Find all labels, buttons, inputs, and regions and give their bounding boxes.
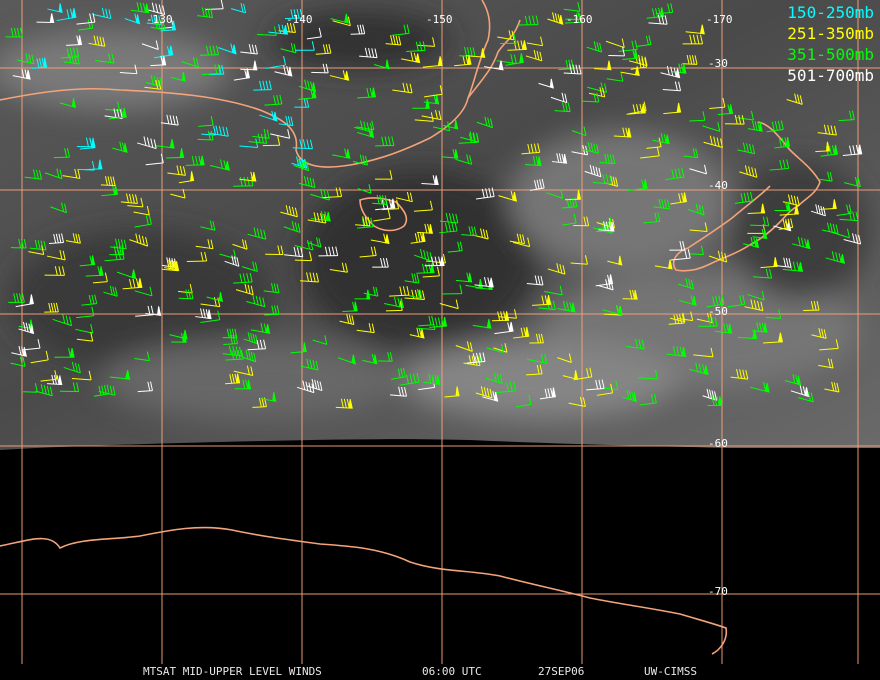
lon-label-150: -150 bbox=[426, 13, 453, 26]
legend-entry-251-350: 251-350mb bbox=[787, 24, 874, 43]
legend-entry-501-700: 501-700mb bbox=[787, 66, 874, 85]
caption-time: 06:00 UTC bbox=[422, 665, 482, 678]
legend-entry-150-250: 150-250mb bbox=[787, 3, 874, 22]
caption-product: MTSAT MID-UPPER LEVEL WINDS bbox=[143, 665, 322, 678]
lon-label-140: -140 bbox=[286, 13, 313, 26]
lon-label-130: -130 bbox=[146, 13, 173, 26]
pressure-legend: 150-250mb 251-350mb 351-500mb 501-700mb bbox=[787, 2, 874, 86]
map-canvas bbox=[0, 0, 880, 664]
legend-entry-351-500: 351-500mb bbox=[787, 45, 874, 64]
caption-date: 27SEP06 bbox=[538, 665, 585, 678]
satellite-wind-map: -130 -140 -150 -160 -170 -30 -40 -50 -60… bbox=[0, 0, 880, 680]
image-caption: MTSAT MID-UPPER LEVEL WINDS 06:00 UTC 27… bbox=[0, 664, 880, 680]
lat-label-50: -50 bbox=[708, 305, 728, 318]
lat-label-40: -40 bbox=[708, 179, 728, 192]
caption-source: UW-CIMSS bbox=[644, 665, 697, 678]
lat-label-60: -60 bbox=[708, 437, 728, 450]
lat-label-30: -30 bbox=[708, 57, 728, 70]
lon-label-170: -170 bbox=[706, 13, 733, 26]
lat-label-70: -70 bbox=[708, 585, 728, 598]
lon-label-160: -160 bbox=[566, 13, 593, 26]
